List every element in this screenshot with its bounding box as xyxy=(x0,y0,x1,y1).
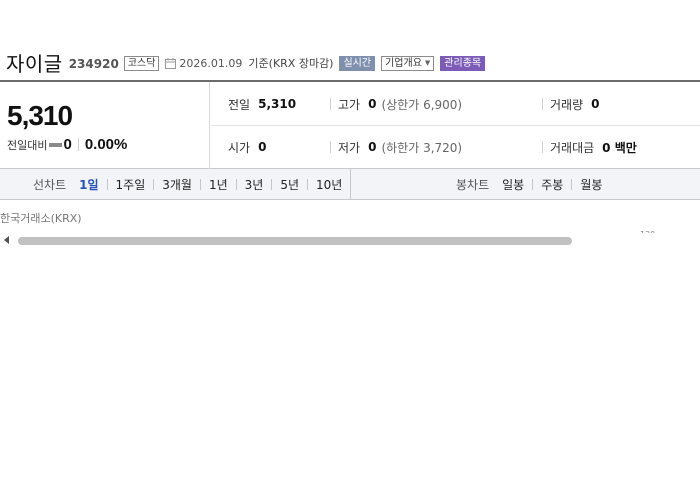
stat-amount: 거래대금 0 백만 xyxy=(542,137,637,157)
quote-stats: 전일 5,310 고가 0 (상한가 6,900) 거래량 0 시가 0 저가 … xyxy=(211,82,700,169)
stat-prev-close: 전일 5,310 xyxy=(228,94,296,114)
change-separator xyxy=(77,138,79,151)
lower-limit: (하한가 3,720) xyxy=(381,140,463,155)
tab-candle-monthly[interactable]: 월봉 xyxy=(580,176,602,193)
tab-separator xyxy=(532,178,534,190)
stat-volume: 거래량 0 xyxy=(541,94,600,114)
market-tag: 코스닥 xyxy=(123,55,160,71)
change-percent: 0.00% xyxy=(84,136,128,153)
flat-icon xyxy=(49,142,63,147)
stat-label: 거래량 xyxy=(550,97,584,112)
scroll-thumb[interactable] xyxy=(18,237,572,245)
upper-limit: (상한가 6,900) xyxy=(381,97,463,112)
date-value: 2026.01.09 xyxy=(179,56,243,70)
tab-period-1w[interactable]: 1주일 xyxy=(116,176,146,193)
tab-separator xyxy=(106,178,108,190)
stat-label: 고가 xyxy=(338,97,361,112)
stat-label: 전일 xyxy=(228,97,251,112)
tab-separator xyxy=(235,178,237,190)
stock-code: 234920 xyxy=(68,57,119,71)
line-chart-tabs: 선차트 1일 1주일 3개월 1년 3년 5년 10년 xyxy=(33,169,342,199)
tab-separator xyxy=(271,178,273,190)
change-row: 전일대비 0 0.00% xyxy=(7,136,127,153)
stat-value: 0 xyxy=(591,97,600,111)
stock-header: 자이글 234920 코스닥 2026.01.09 기준(KRX 장마감) 실시… xyxy=(6,48,486,76)
candle-chart-label: 봉차트 xyxy=(456,177,490,192)
stat-value: 0 xyxy=(368,97,377,111)
scroll-left-arrow-icon[interactable] xyxy=(4,236,9,244)
horizontal-scrollbar[interactable] xyxy=(0,233,700,248)
managed-stock-badge[interactable]: 관리종목 xyxy=(440,55,486,71)
tab-period-10y[interactable]: 10년 xyxy=(316,176,342,193)
tab-separator xyxy=(199,178,201,190)
change-value: 0 xyxy=(63,136,72,153)
price-box: 5,310 전일대비 0 0.00% xyxy=(0,82,210,169)
current-price: 5,310 xyxy=(7,100,73,131)
tab-period-3m[interactable]: 3개월 xyxy=(162,176,192,193)
candle-chart-tabs: 봉차트 일봉 주봉 월봉 xyxy=(456,169,602,199)
tab-candle-weekly[interactable]: 주봉 xyxy=(541,176,563,193)
line-chart-label: 선차트 xyxy=(33,177,67,192)
exchange-label: 한국거래소(KRX) xyxy=(0,212,82,225)
stat-label: 저가 xyxy=(338,140,361,155)
calendar-icon xyxy=(165,57,177,69)
tab-separator xyxy=(153,178,155,190)
tab-candle-daily[interactable]: 일봉 xyxy=(502,176,524,193)
tab-period-1d[interactable]: 1일 xyxy=(79,176,98,193)
date-basis: 기준(KRX 장마감) xyxy=(248,57,334,70)
tab-separator xyxy=(307,178,309,190)
tab-period-3y[interactable]: 3년 xyxy=(245,176,264,193)
tab-period-1y[interactable]: 1년 xyxy=(209,176,228,193)
company-info-label: 기업개요 xyxy=(385,57,422,69)
quote-date: 2026.01.09 기준(KRX 장마감) xyxy=(165,55,333,71)
tab-separator xyxy=(571,178,573,190)
stock-name: 자이글 xyxy=(6,51,63,76)
company-info-dropdown[interactable]: 기업개요 ▼ xyxy=(381,55,435,71)
change-label: 전일대비 xyxy=(7,138,48,152)
stat-open: 시가 0 xyxy=(228,137,266,157)
stat-value: 0 xyxy=(368,140,377,154)
tab-group-divider xyxy=(350,169,351,199)
tab-period-5y[interactable]: 5년 xyxy=(280,176,299,193)
quote-panel: 5,310 전일대비 0 0.00% 전일 5,310 고가 0 (상한가 6,… xyxy=(0,80,700,169)
stat-label: 시가 xyxy=(228,140,251,155)
stats-divider xyxy=(211,125,700,126)
stat-value: 0 xyxy=(258,140,267,154)
caret-down-icon: ▼ xyxy=(424,58,431,67)
stat-value: 5,310 xyxy=(258,97,297,111)
realtime-button[interactable]: 실시간 xyxy=(339,55,376,71)
chart-period-bar: 선차트 1일 1주일 3개월 1년 3년 5년 10년 봉차트 일봉 주봉 월봉 xyxy=(0,169,700,200)
stat-low: 저가 0 (하한가 3,720) xyxy=(329,137,463,157)
stat-high: 고가 0 (상한가 6,900) xyxy=(329,94,463,114)
stat-label: 거래대금 xyxy=(550,140,595,155)
stat-value: 0 백만 xyxy=(602,140,637,155)
